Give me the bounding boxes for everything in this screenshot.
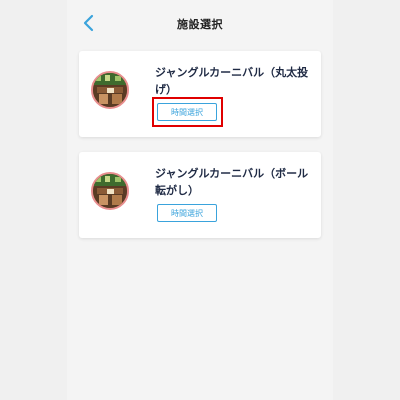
facility-card: ジャングルカーニバル（ボール転がし） 時間選択	[79, 152, 321, 238]
facility-title: ジャングルカーニバル（ボール転がし）	[155, 167, 309, 197]
time-select-button[interactable]: 時間選択	[157, 204, 217, 222]
highlight-box	[152, 97, 223, 127]
page-title: 施設選択	[177, 18, 223, 31]
app-screen: 施設選択 ジャングルカーニバル（丸太投げ） 時間選択 ジャングルカーニバル（ボー…	[67, 0, 333, 400]
facility-title: ジャングルカーニバル（丸太投げ）	[155, 66, 309, 96]
facility-thumbnail	[91, 71, 129, 109]
header: 施設選択	[67, 0, 333, 44]
facility-card: ジャングルカーニバル（丸太投げ） 時間選択	[79, 51, 321, 137]
facility-thumbnail	[91, 172, 129, 210]
